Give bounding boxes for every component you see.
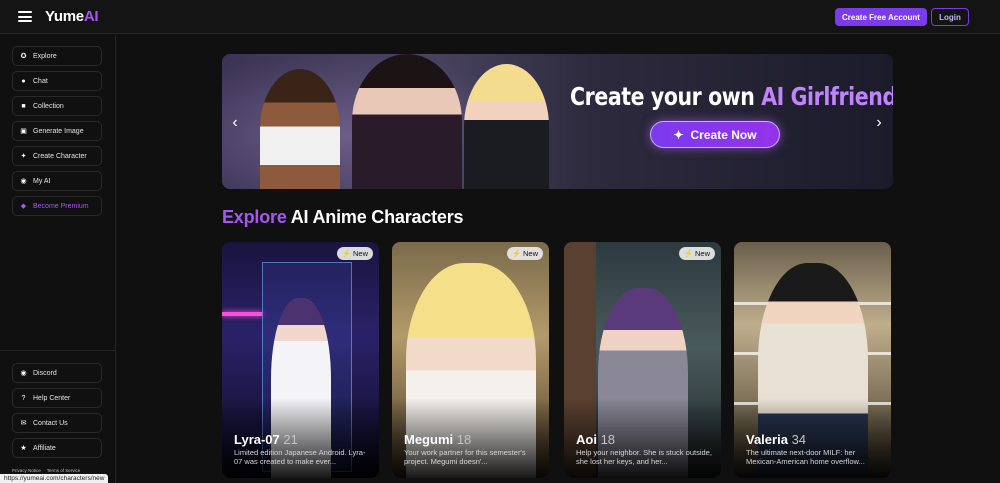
badge-label: New bbox=[522, 249, 538, 258]
create-now-button[interactable]: ✦ Create Now bbox=[650, 121, 780, 148]
sidebar-item-label: Contact Us bbox=[33, 419, 68, 427]
mail-icon: ✉ bbox=[20, 420, 27, 427]
sidebar-item-affiliate[interactable]: ★ Affiliate bbox=[12, 438, 102, 458]
banner-title: Create your own AI Girlfriend bbox=[570, 82, 893, 111]
character-age: 18 bbox=[456, 432, 472, 447]
logo[interactable]: YumeAI bbox=[45, 8, 99, 25]
new-badge: ⚡ New bbox=[506, 247, 543, 260]
character-name: Aoi 18 bbox=[576, 432, 615, 447]
character-card-valeria[interactable]: Valeria 34 The ultimate next-door MILF: … bbox=[734, 242, 891, 478]
sidebar-item-help-center[interactable]: ? Help Center bbox=[12, 388, 102, 408]
top-header: YumeAI Create Free Account Login bbox=[0, 0, 1000, 34]
character-name: Valeria 34 bbox=[746, 432, 806, 447]
hero-banner[interactable]: Create your own AI Girlfriend ✦ Create N… bbox=[222, 54, 893, 189]
menu-icon[interactable] bbox=[18, 11, 32, 22]
status-bar-url: https://yumeai.com/characters/new bbox=[0, 474, 109, 483]
sidebar-item-become-premium[interactable]: ◆ Become Premium bbox=[12, 196, 102, 216]
sidebar-item-chat[interactable]: ● Chat bbox=[12, 71, 102, 91]
banner-title-main: Create your own bbox=[570, 82, 762, 111]
character-description: The ultimate next-door MILF: her Mexican… bbox=[746, 448, 865, 466]
new-badge: ⚡ New bbox=[678, 247, 715, 260]
section-heading: Explore AI Anime Characters bbox=[222, 207, 464, 228]
privacy-link[interactable]: Privacy Notice bbox=[12, 468, 41, 473]
chevron-right-icon[interactable]: › bbox=[872, 114, 886, 132]
sidebar-item-label: Become Premium bbox=[33, 202, 89, 210]
banner-character-image bbox=[352, 54, 462, 189]
sidebar-item-label: Explore bbox=[33, 52, 57, 60]
banner-character-image bbox=[464, 64, 549, 189]
login-button[interactable]: Login bbox=[931, 8, 969, 26]
sidebar-divider bbox=[0, 350, 116, 351]
character-description: Help your neighbor. She is stuck outside… bbox=[576, 448, 712, 466]
logo-accent-text: AI bbox=[83, 8, 99, 25]
section-heading-accent: Explore bbox=[222, 207, 287, 227]
character-name-text: Valeria bbox=[746, 432, 788, 447]
terms-link[interactable]: Terms of Service bbox=[47, 468, 81, 473]
section-heading-main: AI Anime Characters bbox=[286, 207, 464, 227]
sidebar-item-contact-us[interactable]: ✉ Contact Us bbox=[12, 413, 102, 433]
sidebar-item-label: My AI bbox=[33, 177, 51, 185]
character-name: Lyra-07 21 bbox=[234, 432, 298, 447]
character-name: Megumi 18 bbox=[404, 432, 471, 447]
badge-label: New bbox=[352, 249, 368, 258]
sidebar-item-generate-image[interactable]: ▣ Generate Image bbox=[12, 121, 102, 141]
magic-wand-icon: ✦ bbox=[20, 153, 27, 160]
character-description: Limited edition Japanese Android. Lyra-0… bbox=[234, 448, 366, 466]
trophy-icon: ★ bbox=[20, 445, 27, 452]
new-badge: ⚡ New bbox=[336, 247, 373, 260]
character-age: 34 bbox=[791, 432, 807, 447]
character-name-text: Aoi bbox=[576, 432, 597, 447]
sidebar-item-explore[interactable]: ✪ Explore bbox=[12, 46, 102, 66]
sidebar-item-collection[interactable]: ■ Collection bbox=[12, 96, 102, 116]
sidebar-item-label: Help Center bbox=[33, 394, 71, 402]
lightning-icon: ⚡ bbox=[511, 249, 521, 258]
lightning-icon: ⚡ bbox=[683, 249, 693, 258]
image-icon: ▣ bbox=[20, 128, 27, 135]
chat-bubble-icon: ● bbox=[21, 77, 26, 85]
logo-text: Yume bbox=[45, 8, 84, 25]
character-card-lyra[interactable]: ⚡ New Lyra-07 21 Limited edition Japanese… bbox=[222, 242, 379, 478]
lightning-icon: ⚡ bbox=[341, 249, 351, 258]
sidebar-item-create-character[interactable]: ✦ Create Character bbox=[12, 146, 102, 166]
sidebar-item-discord[interactable]: ◉ Discord bbox=[12, 363, 102, 383]
help-circle-icon: ? bbox=[21, 394, 26, 402]
sidebar-item-label: Chat bbox=[33, 77, 48, 85]
compass-icon: ✪ bbox=[20, 53, 27, 60]
banner-character-image bbox=[260, 69, 340, 189]
sidebar-item-label: Create Character bbox=[33, 152, 87, 160]
character-card-megumi[interactable]: ⚡ New Megumi 18 Your work partner for thi… bbox=[392, 242, 549, 478]
sidebar: ✪ Explore ● Chat ■ Collection ▣ Generate… bbox=[0, 35, 116, 483]
character-name-text: Megumi bbox=[404, 432, 454, 447]
magic-wand-icon: ✦ bbox=[673, 127, 684, 142]
create-now-label: Create Now bbox=[690, 127, 757, 142]
chevron-left-icon[interactable]: ‹ bbox=[228, 114, 242, 132]
sidebar-item-my-ai[interactable]: ◉ My AI bbox=[12, 171, 102, 191]
discord-icon: ◉ bbox=[20, 370, 27, 377]
card-background-decor bbox=[222, 312, 262, 316]
banner-title-accent: AI Girlfriend bbox=[761, 82, 893, 111]
sidebar-item-label: Generate Image bbox=[33, 127, 84, 135]
character-card-aoi[interactable]: ⚡ New Aoi 18 Help your neighbor. She is s… bbox=[564, 242, 721, 478]
character-description: Your work partner for this semester's pr… bbox=[404, 448, 526, 466]
sidebar-item-label: Discord bbox=[33, 369, 57, 377]
sidebar-item-label: Collection bbox=[33, 102, 64, 110]
footer-links: Privacy Notice Terms of Service bbox=[12, 468, 80, 473]
character-name-text: Lyra-07 bbox=[234, 432, 280, 447]
folder-icon: ■ bbox=[21, 102, 26, 110]
diamond-icon: ◆ bbox=[20, 203, 27, 210]
sidebar-item-label: Affiliate bbox=[33, 444, 56, 452]
badge-label: New bbox=[694, 249, 710, 258]
character-age: 18 bbox=[600, 432, 616, 447]
mask-icon: ◉ bbox=[20, 178, 27, 185]
character-age: 21 bbox=[283, 432, 298, 447]
create-account-button[interactable]: Create Free Account bbox=[835, 8, 927, 26]
